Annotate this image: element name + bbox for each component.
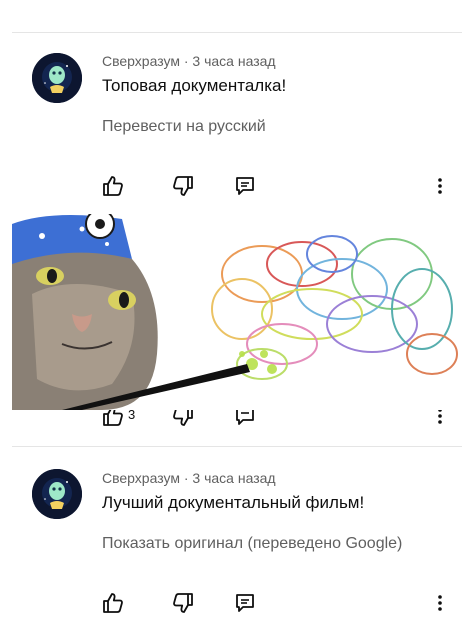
dislike-icon [173,593,193,613]
like-button[interactable] [101,174,125,198]
dislike-button[interactable] [171,174,195,198]
like-icon [103,176,123,196]
comment-text: Топовая документалка! [102,76,287,95]
avatar-image [32,53,82,103]
comment-meta: Сверхразум · 3 часа назад [102,53,276,69]
author-name[interactable]: Сверхразум [102,470,180,486]
meta-separator: · [179,53,193,69]
comment-time[interactable]: 3 часа назад [192,53,275,69]
comment-text: Лучший документальный фильм! [102,493,365,512]
avatar-image [32,469,82,519]
more-vertical-icon [438,178,442,194]
dislike-icon [173,176,193,196]
more-options-button[interactable] [428,591,452,615]
comment-actions [0,174,474,198]
comment-actions [0,591,474,615]
more-options-button[interactable] [428,174,452,198]
top-divider [12,32,462,33]
wizard-cat-meme [12,214,462,410]
like-button[interactable] [101,591,125,615]
dislike-button[interactable] [171,591,195,615]
author-avatar[interactable] [32,469,82,519]
reply-icon [236,177,254,195]
middle-divider [12,446,462,447]
like-icon [103,593,123,613]
author-name[interactable]: Сверхразум [102,53,180,69]
meta-separator: · [179,470,193,486]
comment-meta: Сверхразум · 3 часа назад [102,470,276,486]
translate-link[interactable]: Показать оригинал (переведено Google) [102,535,402,553]
author-avatar[interactable] [32,53,82,103]
reply-button[interactable] [233,591,257,615]
reply-button[interactable] [233,174,257,198]
reply-icon [236,594,254,612]
translate-link[interactable]: Перевести на русский [102,118,266,136]
more-vertical-icon [438,595,442,611]
sticker-image [12,214,462,410]
comment-time[interactable]: 3 часа назад [192,470,275,486]
